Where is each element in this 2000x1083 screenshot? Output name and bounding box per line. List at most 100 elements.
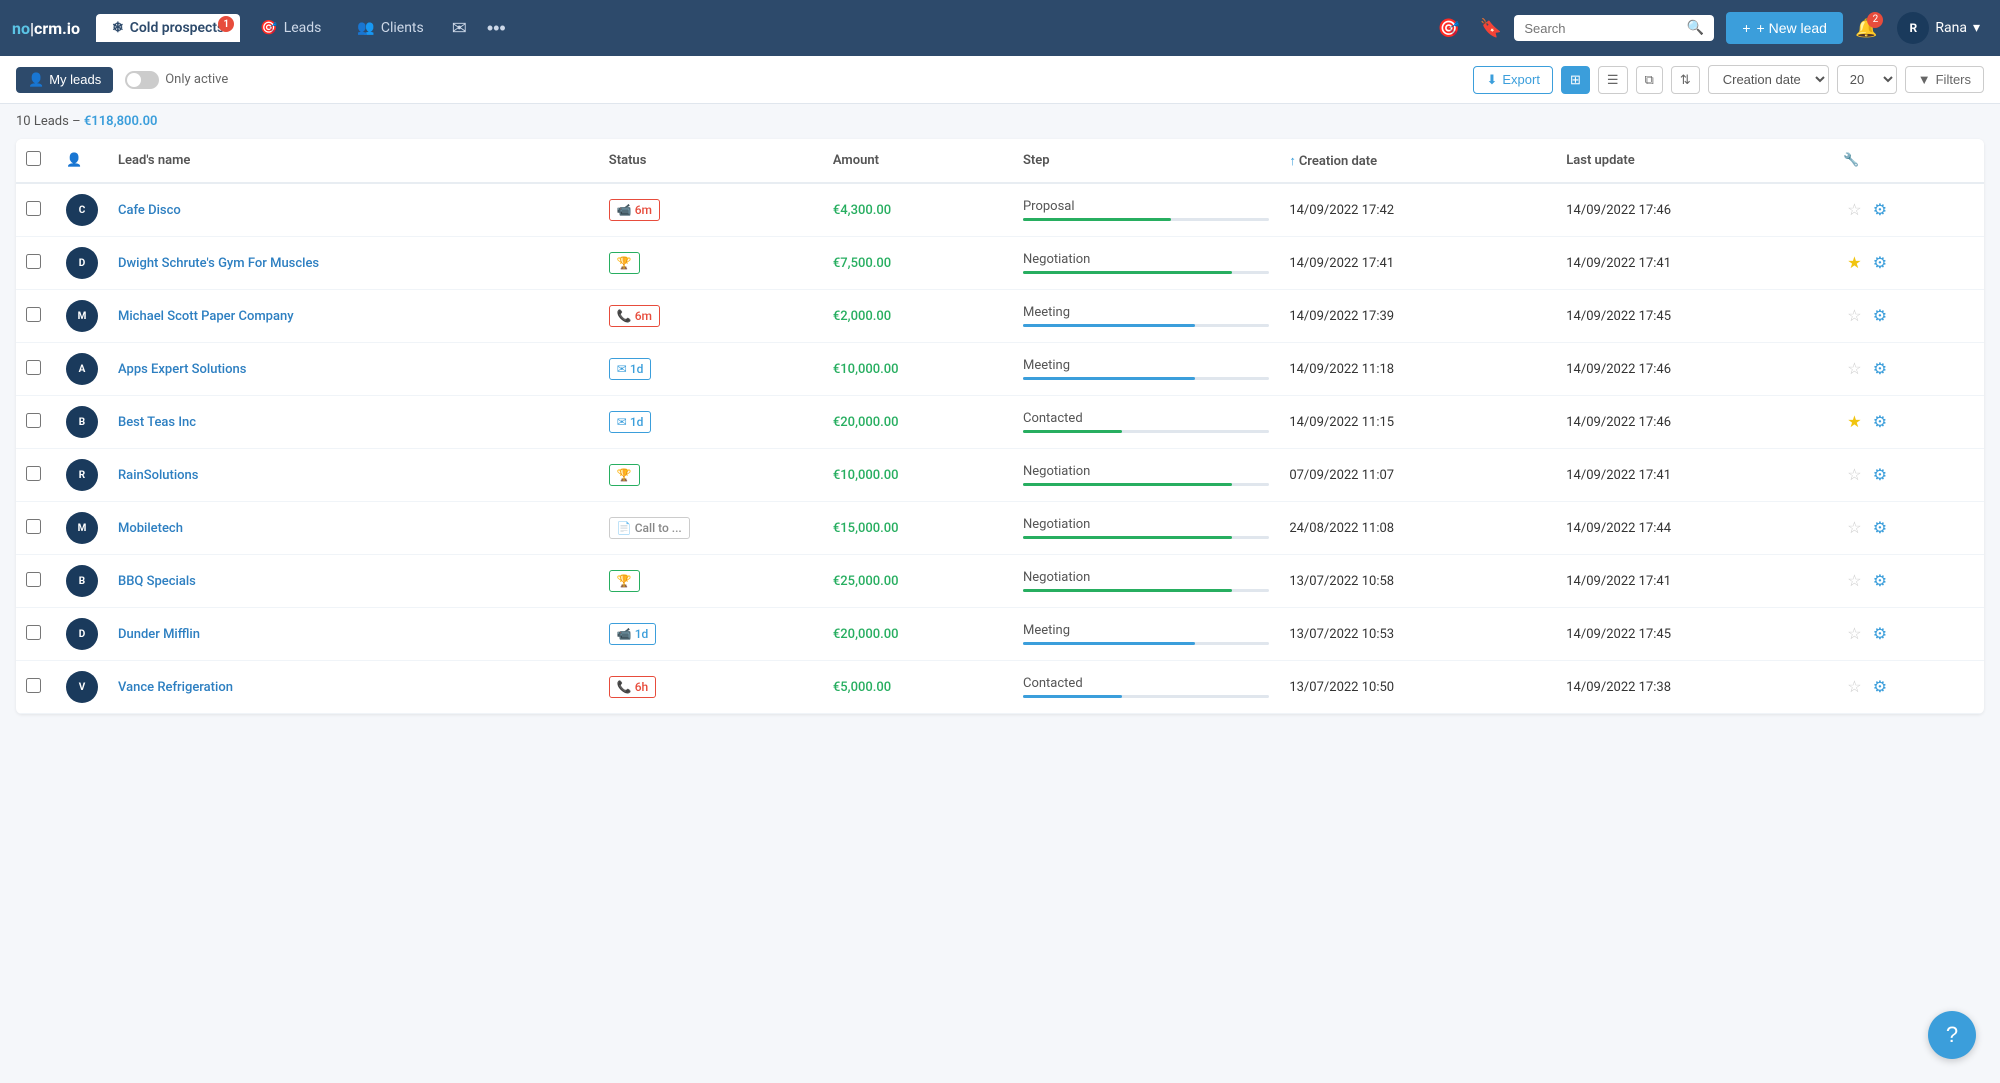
settings-button[interactable]: ⚙ <box>1869 357 1891 381</box>
date-sort-select[interactable]: Creation date Last update <box>1708 65 1829 94</box>
lead-created: 14/09/2022 17:39 <box>1279 290 1556 343</box>
chevron-down-icon: ▾ <box>1973 20 1980 36</box>
search-icon: 🔍 <box>1687 20 1704 36</box>
new-lead-label: + New lead <box>1757 20 1827 36</box>
user-menu[interactable]: R Rana ▾ <box>1889 8 1988 48</box>
lead-step: Meeting <box>1013 608 1279 661</box>
row-checkbox[interactable] <box>26 360 41 375</box>
lead-name-link[interactable]: RainSolutions <box>118 468 198 483</box>
lead-name-link[interactable]: Dunder Mifflin <box>118 627 200 642</box>
table-row: D Dwight Schrute's Gym For Muscles 🏆 €7,… <box>16 237 1984 290</box>
export-label: Export <box>1502 72 1540 87</box>
tab-cold-prospects[interactable]: ❄ Cold prospects 1 <box>96 14 240 42</box>
star-button[interactable]: ☆ <box>1843 622 1865 646</box>
select-all-checkbox[interactable] <box>26 151 41 166</box>
bookmark-icon-btn[interactable]: 🔖 <box>1472 12 1510 45</box>
tab-leads[interactable]: 🎯 Leads <box>244 14 337 42</box>
table-row: V Vance Refrigeration 📞 6h €5,000.00 Con… <box>16 661 1984 714</box>
star-button[interactable]: ☆ <box>1843 198 1865 222</box>
search-box[interactable]: 🔍 <box>1514 15 1714 41</box>
lead-avatar: C <box>66 194 98 226</box>
star-button[interactable]: ☆ <box>1843 463 1865 487</box>
star-button[interactable]: ☆ <box>1843 569 1865 593</box>
more-icon-btn[interactable]: ••• <box>479 12 514 45</box>
row-checkbox[interactable] <box>26 678 41 693</box>
row-checkbox[interactable] <box>26 466 41 481</box>
row-checkbox[interactable] <box>26 519 41 534</box>
help-button[interactable]: ? <box>1928 1011 1976 1059</box>
lead-name-link[interactable]: Dwight Schrute's Gym For Muscles <box>118 256 319 271</box>
per-page-select[interactable]: 20 50 100 <box>1837 65 1897 94</box>
row-checkbox[interactable] <box>26 254 41 269</box>
tab-leads-label: Leads <box>284 20 322 36</box>
my-leads-button[interactable]: 👤 My leads <box>16 67 113 93</box>
search-input[interactable] <box>1524 21 1681 36</box>
step-bar-fill <box>1023 695 1122 698</box>
lead-updated: 14/09/2022 17:46 <box>1556 396 1833 449</box>
avatar-initials: B <box>79 417 85 428</box>
lead-name-link[interactable]: Michael Scott Paper Company <box>118 309 294 324</box>
settings-button[interactable]: ⚙ <box>1869 304 1891 328</box>
lead-name-link[interactable]: Best Teas Inc <box>118 415 196 430</box>
star-button[interactable]: ☆ <box>1843 516 1865 540</box>
table-row: R RainSolutions 🏆 €10,000.00 Negotiation… <box>16 449 1984 502</box>
star-button[interactable]: ☆ <box>1843 304 1865 328</box>
star-button[interactable]: ★ <box>1843 410 1865 434</box>
lead-name-link[interactable]: Vance Refrigeration <box>118 680 233 695</box>
only-active-toggle[interactable] <box>125 71 159 89</box>
notifications-button[interactable]: 🔔 2 <box>1847 12 1885 45</box>
lead-amount: €25,000.00 <box>823 555 1013 608</box>
star-button[interactable]: ☆ <box>1843 357 1865 381</box>
question-icon: ? <box>1946 1022 1958 1048</box>
row-checkbox[interactable] <box>26 625 41 640</box>
settings-button[interactable]: ⚙ <box>1869 463 1891 487</box>
step-bar-fill <box>1023 589 1232 592</box>
logo[interactable]: no|crm.io <box>12 19 80 38</box>
settings-button[interactable]: ⚙ <box>1869 198 1891 222</box>
lead-step: Negotiation <box>1013 555 1279 608</box>
leads-table: 👤 Lead's name Status Amount Step ↑Creati… <box>16 139 1984 714</box>
grid-icon: ⊞ <box>1570 72 1581 87</box>
col-lead-name: Lead's name <box>108 139 599 183</box>
status-badge: 📞 6h <box>609 676 656 698</box>
step-label: Meeting <box>1023 623 1269 638</box>
col-creation-date[interactable]: ↑Creation date <box>1279 139 1556 183</box>
lead-name-link[interactable]: Apps Expert Solutions <box>118 362 246 377</box>
kanban-view-button[interactable]: ⧉ <box>1636 66 1663 94</box>
row-checkbox[interactable] <box>26 413 41 428</box>
row-checkbox[interactable] <box>26 307 41 322</box>
settings-button[interactable]: ⚙ <box>1869 675 1891 699</box>
my-leads-label: My leads <box>49 72 101 87</box>
email-icon-btn[interactable]: ✉ <box>444 12 475 45</box>
clients-icon: 👥 <box>357 20 374 36</box>
settings-button[interactable]: ⚙ <box>1869 569 1891 593</box>
lead-name-link[interactable]: Mobiletech <box>118 521 183 536</box>
summary-separator: – <box>72 114 84 129</box>
lead-updated: 14/09/2022 17:44 <box>1556 502 1833 555</box>
settings-button[interactable]: ⚙ <box>1869 622 1891 646</box>
settings-button[interactable]: ⚙ <box>1869 410 1891 434</box>
list-view-button[interactable]: ☰ <box>1598 66 1628 94</box>
step-bar <box>1023 430 1269 433</box>
lead-created: 14/09/2022 11:18 <box>1279 343 1556 396</box>
new-lead-button[interactable]: + + New lead <box>1726 12 1843 44</box>
table-row: A Apps Expert Solutions ✉ 1d €10,000.00 … <box>16 343 1984 396</box>
grid-view-button[interactable]: ⊞ <box>1561 66 1590 94</box>
row-checkbox[interactable] <box>26 201 41 216</box>
target-icon: 🎯 <box>260 20 277 36</box>
filters-button[interactable]: ▼ Filters <box>1905 66 1984 93</box>
sort-button[interactable]: ⇅ <box>1671 66 1700 94</box>
lead-name-link[interactable]: Cafe Disco <box>118 203 181 218</box>
tab-clients[interactable]: 👥 Clients <box>341 14 439 42</box>
settings-button[interactable]: ⚙ <box>1869 516 1891 540</box>
star-button[interactable]: ☆ <box>1843 675 1865 699</box>
leads-total-amount: €118,800.00 <box>84 114 158 129</box>
lead-amount: €4,300.00 <box>823 183 1013 237</box>
goals-icon-btn[interactable]: 🎯 <box>1429 12 1467 45</box>
star-button[interactable]: ★ <box>1843 251 1865 275</box>
row-checkbox[interactable] <box>26 572 41 587</box>
export-button[interactable]: ⬇ Export <box>1473 66 1552 94</box>
table-row: B BBQ Specials 🏆 €25,000.00 Negotiation … <box>16 555 1984 608</box>
lead-name-link[interactable]: BBQ Specials <box>118 574 196 589</box>
settings-button[interactable]: ⚙ <box>1869 251 1891 275</box>
